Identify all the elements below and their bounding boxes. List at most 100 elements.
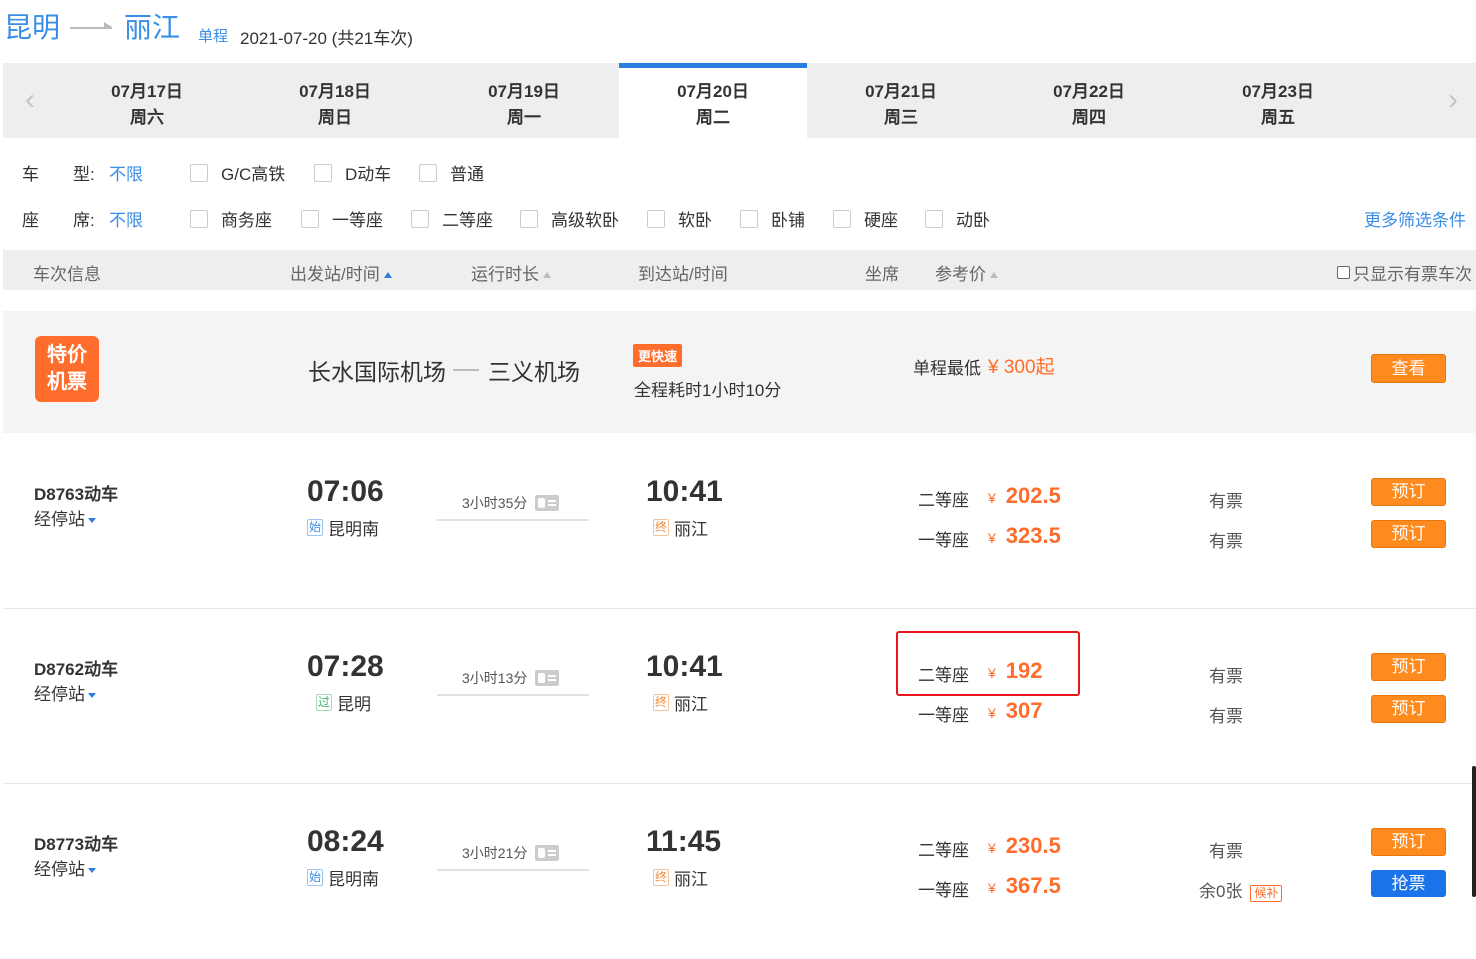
col-price-sort[interactable]: 参考价 [935, 260, 998, 285]
trip-date-summary: 2021-07-20 (共21车次) [240, 29, 413, 48]
book-button[interactable]: 预订 [1371, 695, 1446, 723]
origin-tag: 始 [307, 519, 324, 536]
checkbox-icon[interactable] [1337, 266, 1350, 279]
checkbox-icon[interactable] [190, 209, 208, 228]
seat-price: ¥230.5 [988, 833, 1061, 858]
checkbox-icon[interactable] [833, 209, 851, 228]
route-header: 昆明 丽江 单程 2021-07-20 (共21车次) [0, 0, 1476, 60]
train-number[interactable]: D8763动车 [34, 480, 118, 505]
date-tab-date: 07月18日 [299, 82, 371, 101]
caret-down-icon [88, 868, 96, 873]
duration-line [437, 519, 589, 521]
date-tab-date: 07月19日 [488, 82, 560, 101]
filter-panel: 车型: 不限 G/C高铁 D动车 普通 座席: 不限 商务座 一等座 二等座 高… [0, 140, 1476, 250]
seat-type: 一等座 [918, 531, 969, 550]
book-button[interactable]: 预订 [1371, 828, 1446, 856]
waitlist-tag[interactable]: 候补 [1250, 885, 1283, 902]
seat-price: ¥367.5 [988, 873, 1061, 898]
depart-time: 08:24 [307, 825, 384, 858]
filter-business-seat[interactable]: 商务座 [190, 206, 272, 231]
depart-station: 始昆明南 [307, 869, 380, 889]
min-price-value: ¥ 300起 [988, 357, 1055, 378]
arrive-time: 10:41 [646, 650, 723, 683]
terminal-tag: 终 [653, 869, 670, 886]
to-city[interactable]: 丽江 [124, 6, 180, 46]
sort-up-icon [990, 272, 998, 278]
col-duration-sort[interactable]: 运行时长 [471, 260, 551, 285]
depart-station: 始昆明南 [307, 519, 380, 539]
sort-up-icon [383, 272, 392, 278]
checkbox-icon[interactable] [647, 209, 665, 228]
book-button[interactable]: 预订 [1371, 478, 1446, 506]
grab-ticket-button[interactable]: 抢票 [1371, 870, 1446, 897]
route-arrow-icon [453, 369, 479, 371]
filter-first-class[interactable]: 一等座 [301, 206, 383, 231]
flight-promo-row: 特价 机票 长水国际机场 三义机场 更快速 全程耗时1小时10分 单程最低 ¥ … [3, 311, 1476, 433]
duration: 3小时35分 [462, 493, 560, 513]
date-tab-0722[interactable]: 07月22日 周四 [995, 63, 1183, 138]
checkbox-icon[interactable] [314, 163, 332, 182]
date-tab-0721[interactable]: 07月21日 周三 [807, 63, 995, 138]
sort-up-icon [543, 272, 551, 278]
stops-dropdown[interactable]: 经停站 [34, 505, 96, 530]
date-tab-weekday: 周六 [130, 108, 164, 127]
filter-soft-sleeper[interactable]: 软卧 [647, 206, 712, 231]
prev-date-icon[interactable]: ‹ [15, 83, 45, 117]
train-row: D8773动车 经停站 08:24 始昆明南 3小时21分 11:45 终丽江 … [3, 784, 1476, 959]
date-tab-0718[interactable]: 07月18日 周日 [241, 63, 429, 138]
checkbox-icon[interactable] [301, 209, 319, 228]
from-city[interactable]: 昆明 [4, 6, 60, 46]
train-number[interactable]: D8773动车 [34, 830, 118, 855]
date-tab-weekday: 周一 [507, 108, 541, 127]
availability: 有票 [1209, 707, 1243, 726]
flight-duration-desc: 全程耗时1小时10分 [634, 381, 782, 400]
col-depart-sort[interactable]: 出发站/时间 [290, 260, 392, 285]
column-header: 车次信息 出发站/时间 运行时长 到达站/时间 坐席 参考价 只显示有票车次 [3, 250, 1476, 290]
arrive-station: 终丽江 [653, 519, 709, 539]
filter-regular[interactable]: 普通 [419, 160, 484, 185]
train-type-filter: 车型: 不限 G/C高铁 D动车 普通 [0, 160, 1476, 190]
checkbox-icon[interactable] [411, 209, 429, 228]
filter-second-class[interactable]: 二等座 [411, 206, 493, 231]
book-button[interactable]: 预订 [1371, 653, 1446, 681]
highlight-annotation [896, 631, 1080, 696]
only-available-toggle[interactable]: 只显示有票车次 [1337, 260, 1472, 285]
filter-deluxe-soft-sleeper[interactable]: 高级软卧 [520, 206, 619, 231]
train-type-label: 车型: [22, 165, 95, 184]
pass-through-tag: 过 [316, 694, 333, 711]
checkbox-icon[interactable] [419, 163, 437, 182]
date-tab-0723[interactable]: 07月23日 周五 [1184, 63, 1372, 138]
filter-sleeper[interactable]: 卧铺 [740, 206, 805, 231]
duration: 3小时21分 [462, 843, 560, 863]
checkbox-icon[interactable] [190, 163, 208, 182]
more-filters-link[interactable]: 更多筛选条件 [1364, 206, 1466, 231]
date-tab-0717[interactable]: 07月17日 周六 [53, 63, 241, 138]
filter-d-emu[interactable]: D动车 [314, 160, 391, 185]
filter-hard-seat[interactable]: 硬座 [833, 206, 898, 231]
checkbox-icon[interactable] [740, 209, 758, 228]
filter-gc-highspeed[interactable]: G/C高铁 [190, 160, 285, 185]
checkbox-icon[interactable] [520, 209, 538, 228]
min-price-label: 单程最低 [913, 359, 981, 378]
promo-from-airport: 长水国际机场 [308, 359, 446, 385]
col-seat: 坐席 [865, 265, 899, 284]
trip-type: 单程 [198, 28, 229, 45]
checkbox-icon[interactable] [925, 209, 943, 228]
view-flight-button[interactable]: 查看 [1371, 354, 1446, 383]
stops-dropdown[interactable]: 经停站 [34, 680, 96, 705]
train-number[interactable]: D8762动车 [34, 655, 118, 680]
date-tab-0719[interactable]: 07月19日 周一 [430, 63, 618, 138]
caret-down-icon [88, 518, 96, 523]
terminal-tag: 终 [653, 694, 670, 711]
filter-emu-sleeper[interactable]: 动卧 [925, 206, 990, 231]
train-type-unlimited[interactable]: 不限 [109, 160, 143, 185]
stops-dropdown[interactable]: 经停站 [34, 855, 96, 880]
date-tab-0720[interactable]: 07月20日 周二 [619, 63, 807, 138]
id-card-icon [535, 670, 560, 686]
col-train-info: 车次信息 [33, 265, 101, 284]
book-button[interactable]: 预订 [1371, 520, 1446, 548]
scrollbar[interactable] [1472, 766, 1476, 897]
next-date-icon[interactable]: › [1438, 83, 1468, 117]
duration-line [437, 694, 589, 696]
seat-unlimited[interactable]: 不限 [109, 206, 143, 231]
